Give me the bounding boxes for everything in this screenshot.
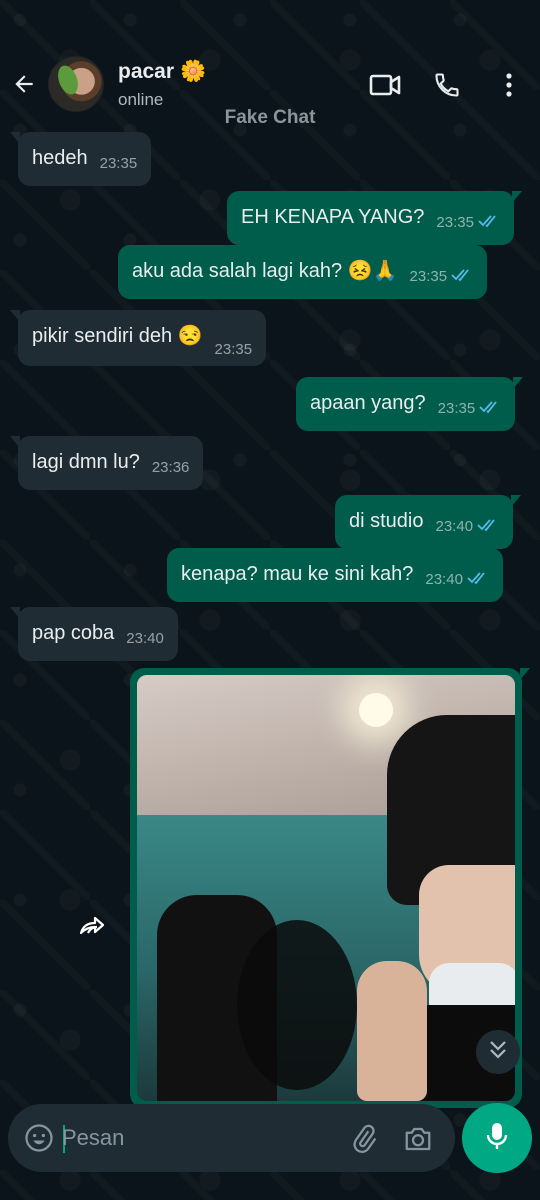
message-outgoing[interactable]: apaan yang? 23:35 <box>296 377 524 434</box>
message-outgoing[interactable]: aku ada salah lagi kah? 😣🙏 23:35 <box>118 245 488 302</box>
paperclip-icon[interactable] <box>346 1121 382 1157</box>
message-time: 23:36 <box>151 459 190 476</box>
message-outgoing[interactable]: kenapa? mau ke sini kah? 23:40 <box>167 548 503 602</box>
message-text: pap coba <box>32 622 115 644</box>
read-ticks-icon <box>451 250 473 302</box>
read-ticks-icon <box>479 382 501 434</box>
image-message[interactable] <box>130 668 530 1108</box>
photo-light <box>359 693 393 727</box>
forward-icon[interactable] <box>70 904 114 948</box>
read-ticks-icon <box>467 553 489 605</box>
message-time: 23:35 <box>436 214 474 231</box>
message-text: kenapa? mau ke sini kah? <box>181 563 414 585</box>
message-input[interactable] <box>62 1118 332 1158</box>
message-text: EH KENAPA YANG? <box>241 206 425 228</box>
message-text: pikir sendiri deh 😒 <box>32 325 203 347</box>
mic-icon <box>485 1121 509 1156</box>
message-text: hedeh <box>32 147 88 169</box>
photo-hand <box>357 961 427 1101</box>
message-time: 23:35 <box>214 341 253 358</box>
message-text: di studio <box>349 510 424 532</box>
read-ticks-icon <box>478 196 500 248</box>
message-incoming[interactable]: pap coba 23:40 <box>10 607 178 661</box>
double-chevron-down-icon <box>488 1039 508 1066</box>
message-time: 23:35 <box>99 155 138 172</box>
message-outgoing[interactable]: EH KENAPA YANG? 23:35 <box>227 191 522 248</box>
message-incoming[interactable]: pikir sendiri deh 😒 23:35 <box>9 310 267 366</box>
emoji-icon[interactable] <box>22 1121 56 1155</box>
message-time: 23:35 <box>409 268 448 285</box>
read-ticks-icon <box>477 500 499 552</box>
message-composer <box>8 1104 455 1172</box>
scroll-down-button[interactable] <box>476 1030 520 1074</box>
studio-photo[interactable] <box>137 675 515 1101</box>
message-text: aku ada salah lagi kah? 😣🙏 <box>132 260 398 282</box>
message-time: 23:40 <box>435 518 474 535</box>
voice-record-button[interactable] <box>462 1103 532 1173</box>
photo-pop-filter <box>237 920 357 1090</box>
camera-icon[interactable] <box>400 1121 436 1157</box>
message-time: 23:40 <box>425 571 463 588</box>
message-list: hedeh 23:35 EH KENAPA YANG? 23:35 aku ada … <box>0 0 540 1200</box>
message-text: lagi dmn lu? <box>32 451 140 473</box>
message-time: 23:40 <box>126 630 164 647</box>
message-incoming[interactable]: lagi dmn lu? 23:36 <box>9 436 204 490</box>
message-incoming[interactable]: hedeh 23:35 <box>9 132 152 186</box>
message-text: apaan yang? <box>310 392 426 414</box>
message-time: 23:35 <box>437 400 476 417</box>
message-outgoing[interactable]: di studio 23:40 <box>335 495 522 552</box>
